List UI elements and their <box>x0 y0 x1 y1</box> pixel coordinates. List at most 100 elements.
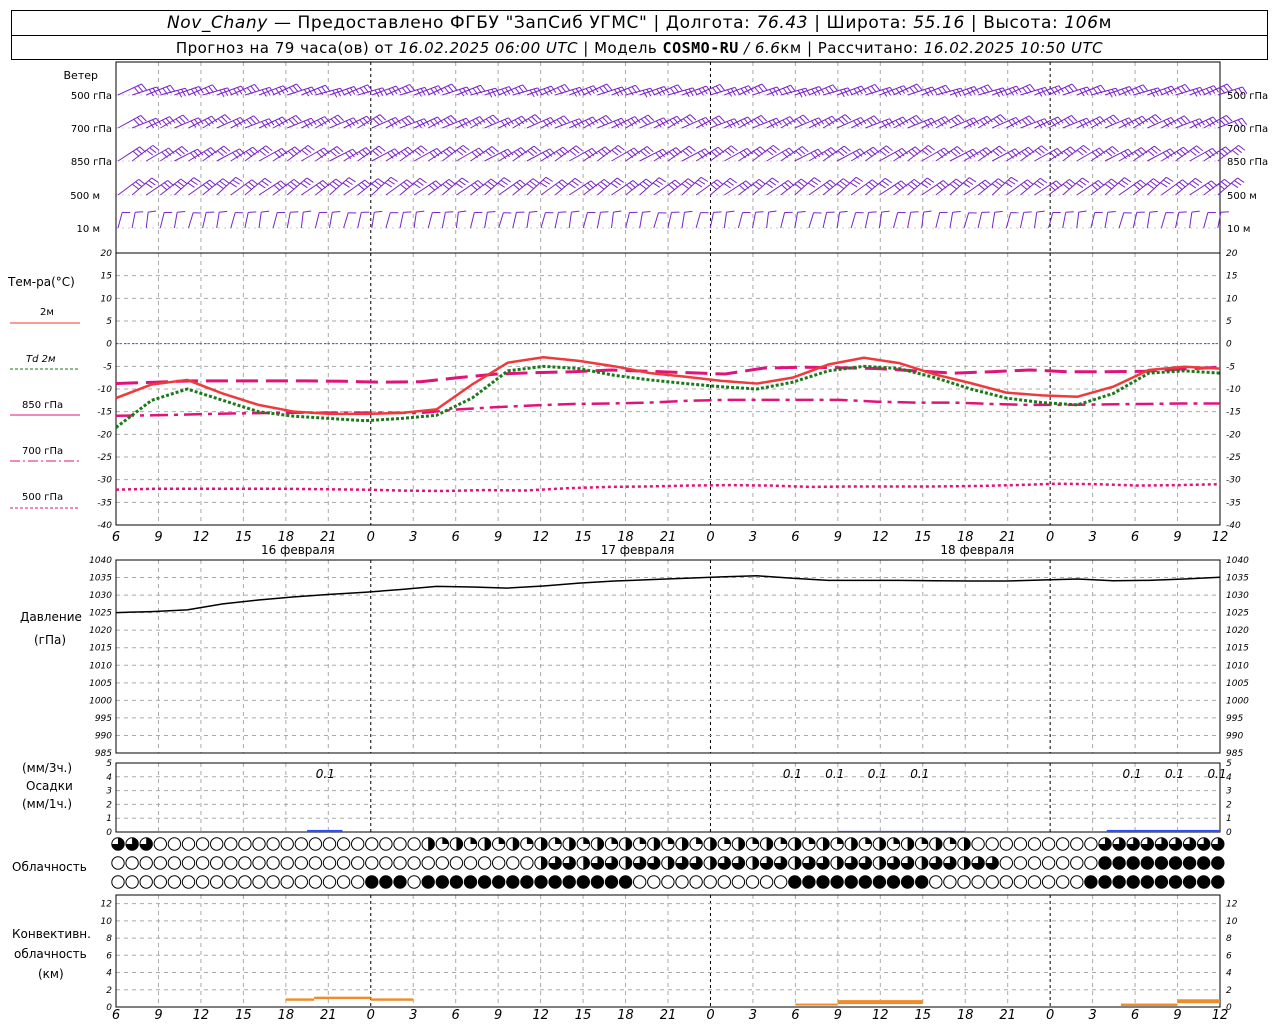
wind-barb-feather <box>335 178 343 185</box>
precip-value-label: 0.1 <box>910 767 929 781</box>
cloud-fill-full <box>915 875 928 889</box>
cloud-fill-partial <box>470 837 477 844</box>
ytick-pressure-right: 1030 <box>1226 591 1249 601</box>
wind-barb <box>1020 145 1048 162</box>
wind-barb-feather <box>180 178 188 185</box>
cloud-circle <box>322 875 337 889</box>
wind-barb-feather <box>182 114 189 122</box>
wind-barb-feather <box>645 178 653 185</box>
wind-barb-feather <box>920 182 929 189</box>
wind-barb-feather <box>1192 180 1200 186</box>
wind-barb-feather <box>527 150 534 157</box>
cloud-symbol <box>153 856 168 870</box>
wind-barb <box>540 115 570 129</box>
ytick-pressure-left: 1030 <box>89 591 112 601</box>
cloud-symbol <box>731 856 746 870</box>
cloud-fill-full <box>1098 875 1112 889</box>
wind-barb <box>794 211 806 229</box>
wind-barb-feather <box>1008 179 1016 185</box>
cloud-symbol <box>576 856 590 870</box>
cloud-circle <box>195 875 210 889</box>
wind-barb-feather <box>952 181 960 187</box>
wind-barb <box>625 87 656 98</box>
wind-barb-feather <box>330 118 337 126</box>
wind-barb-feather <box>1184 84 1191 91</box>
wind-barb-feather <box>303 210 312 213</box>
wind-barb-feather <box>694 182 703 188</box>
cloud-symbol <box>308 875 323 889</box>
wind-barb-feather <box>643 148 651 155</box>
wind-barb-feather <box>716 179 724 186</box>
wind-barb-feather <box>258 183 266 189</box>
wind-barb-shaft <box>864 212 870 229</box>
cloud-symbol <box>1084 856 1098 870</box>
wind-barb-shaft <box>188 212 194 229</box>
wind-barb <box>667 145 696 162</box>
wind-barb <box>470 87 501 98</box>
ytick-pressure-right: 1025 <box>1226 609 1249 619</box>
wind-barb <box>427 212 441 229</box>
wind-barb-feather <box>497 182 505 188</box>
wind-barb-feather <box>598 118 605 126</box>
cloud-circle <box>167 837 182 851</box>
xtick-label: 18 <box>278 1008 295 1023</box>
ytick-pressure-left: 1010 <box>89 661 112 671</box>
wind-barb-feather <box>456 149 464 156</box>
cloud-symbol <box>633 875 647 889</box>
wind-barb-feather <box>288 118 295 126</box>
wind-barb <box>1118 212 1132 229</box>
wind-barb <box>723 210 735 229</box>
cloud-fill-full <box>1197 856 1210 870</box>
cloud-circle <box>308 856 323 870</box>
wind-barb-feather <box>908 150 915 157</box>
cloud-fill-full <box>1183 856 1196 870</box>
wind-barb-feather <box>1040 177 1048 184</box>
wind-barb-feather <box>229 182 237 188</box>
wind-barb <box>977 87 1008 98</box>
cloud-symbol <box>308 837 323 851</box>
cloud-circle <box>153 837 168 851</box>
wind-level-500m: 500 м <box>70 191 100 202</box>
wind-barb-shaft <box>963 212 970 229</box>
conv-cloud-bar <box>837 1000 923 1005</box>
cloud-symbol <box>210 856 224 870</box>
xtick-label: 18 <box>957 1008 974 1023</box>
wind-barb-feather <box>882 147 890 154</box>
cloud-symbol <box>844 875 858 889</box>
cloud-symbol <box>1140 875 1155 889</box>
wind-barb <box>314 211 328 229</box>
wind-barb-feather <box>687 178 695 184</box>
wind-barb-feather <box>379 114 387 121</box>
cloud-symbol <box>1182 875 1197 889</box>
wind-barb <box>1189 210 1200 229</box>
wind-barb-feather <box>132 183 139 190</box>
wind-barb-shaft <box>258 212 262 229</box>
wind-barb-shaft <box>244 212 249 229</box>
wind-barb-feather <box>617 144 625 151</box>
wind-barb-feather <box>671 181 679 188</box>
wind-barb-feather <box>647 114 655 122</box>
wind-barb-feather <box>206 181 213 188</box>
wind-barb-feather <box>219 180 227 187</box>
cloud-symbol <box>774 837 788 851</box>
cloud-circle <box>210 856 224 870</box>
wind-barb-feather <box>516 181 524 188</box>
ytick-pressure-left: 1025 <box>89 609 112 619</box>
wind-barb-feather <box>177 211 186 213</box>
cloud-symbol <box>1211 875 1225 889</box>
wind-barb-feather <box>371 183 379 189</box>
cloud-symbol <box>1027 837 1042 851</box>
wind-barb-feather <box>952 211 961 213</box>
cloud-fill-full <box>478 875 491 889</box>
cloud-symbol <box>759 875 774 889</box>
wind-barb-feather <box>445 211 454 213</box>
cloud-circle <box>1070 837 1084 851</box>
cloud-symbol <box>985 875 999 889</box>
wind-barb-feather <box>376 116 383 123</box>
wind-barb-feather <box>458 210 467 213</box>
cloud-fill-partial <box>921 856 928 870</box>
wind-barb-feather <box>301 149 309 156</box>
cloud-circle <box>463 856 478 870</box>
precip-bar <box>837 830 966 832</box>
wind-barb-feather <box>1065 211 1074 213</box>
